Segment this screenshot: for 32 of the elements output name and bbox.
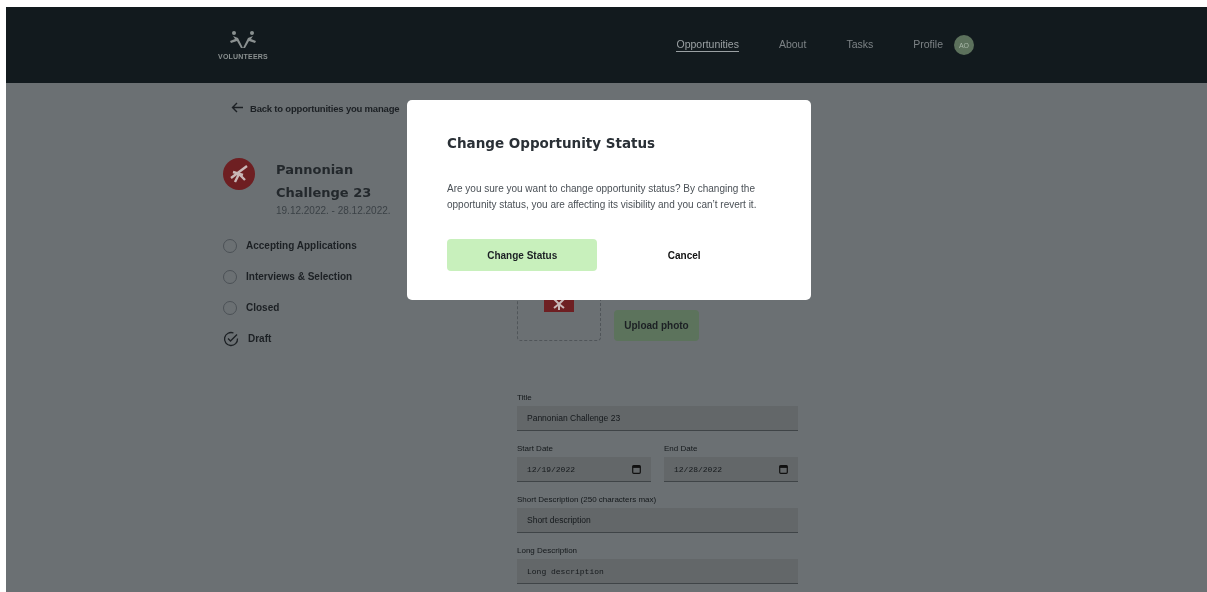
upload-photo-button[interactable]: Upload photo (614, 310, 699, 341)
calendar-icon[interactable] (779, 464, 788, 474)
change-status-button[interactable]: Change Status (447, 239, 598, 271)
field-label: Long Description (517, 546, 579, 555)
runners-logo-icon[interactable] (228, 30, 258, 50)
arrow-left-icon (231, 102, 244, 115)
nav-link[interactable]: Opportunities (676, 38, 739, 52)
dialog-message: Are you sure you want to change opportunity status? By changing the opportunity status, you are affecting its visibility and you can’t revert it. (447, 182, 758, 212)
nav-link[interactable]: Tasks (846, 38, 874, 52)
check-circle-icon[interactable] (223, 330, 239, 347)
status-label: Draft (248, 333, 272, 344)
opportunity-title: Pannonian Challenge 23 (276, 161, 373, 202)
back-link-text[interactable]: Back to opportunities you manage (250, 103, 400, 114)
field-label: Title (517, 393, 533, 402)
date-field[interactable]: 12/19/2022 (517, 457, 651, 482)
date-field[interactable]: 12/28/2022 (664, 457, 798, 482)
calendar-icon[interactable] (632, 464, 641, 474)
nav-link[interactable]: About (778, 38, 807, 52)
runner-logo-icon (223, 158, 255, 190)
field-label: Short Description (250 characters max) (517, 495, 658, 504)
status-label: Accepting Applications (246, 240, 357, 251)
input-field[interactable]: Long description (517, 559, 798, 584)
nav-link[interactable]: Profile (913, 38, 943, 52)
field-label: End Date (664, 444, 699, 453)
back-link[interactable]: Back to opportunities you manage (231, 102, 517, 115)
cancel-button[interactable]: Cancel (597, 239, 771, 271)
status-label: Interviews & Selection (246, 271, 353, 282)
status-label: Closed (246, 302, 280, 313)
input-field[interactable]: Pannonian Challenge 23 (517, 406, 798, 431)
field-label: Start Date (517, 444, 554, 453)
input-field[interactable]: Short description (517, 508, 798, 533)
dialog-title: Change Opportunity Status (447, 135, 657, 151)
